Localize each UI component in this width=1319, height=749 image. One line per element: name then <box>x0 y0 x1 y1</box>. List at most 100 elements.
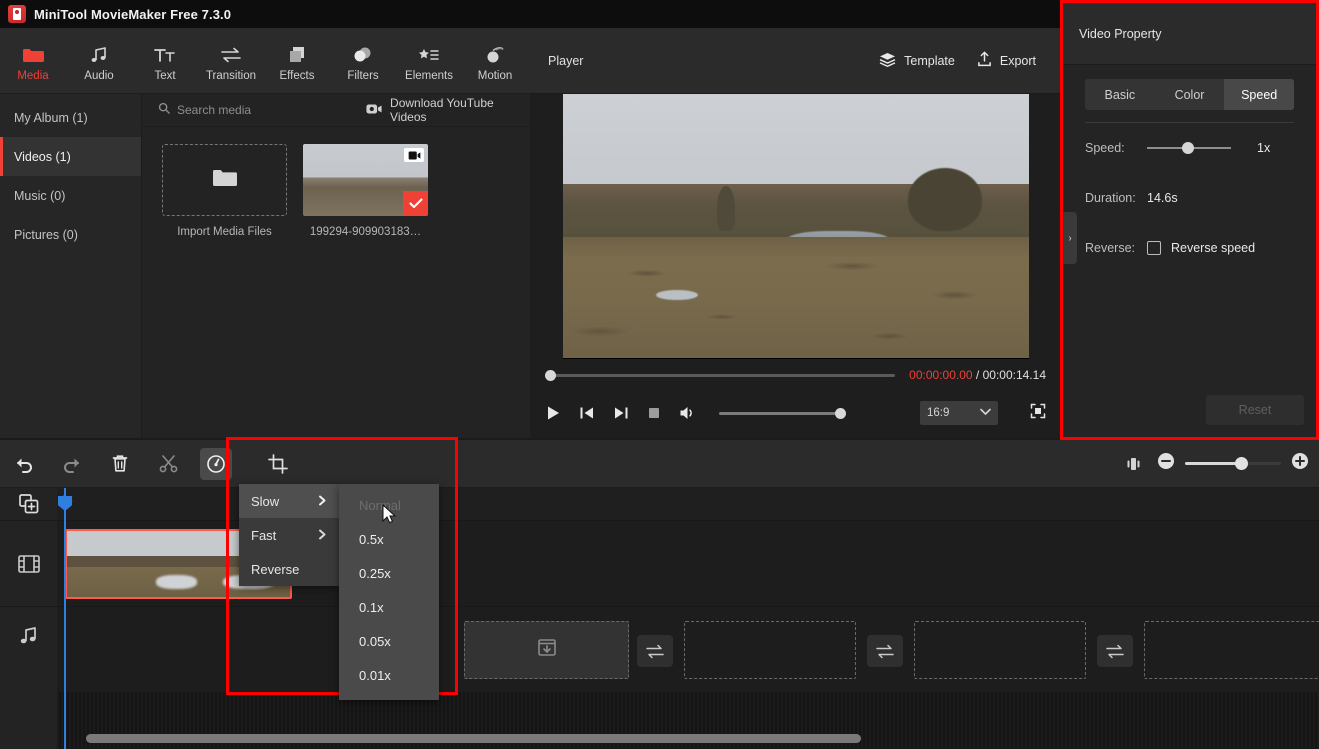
ribbon-item-filters[interactable]: Filters <box>330 40 396 82</box>
submenu-item-0-01x[interactable]: 0.01x <box>339 658 439 692</box>
download-youtube-button[interactable]: Download YouTube Videos <box>366 96 530 124</box>
mouse-cursor <box>382 503 398 531</box>
media-slot[interactable] <box>1144 621 1319 679</box>
export-upload-icon <box>977 51 992 70</box>
zoom-knob[interactable] <box>1235 457 1248 470</box>
video-property-panel: Video Property Basic Color Speed Speed: … <box>1060 0 1319 440</box>
tab-color[interactable]: Color <box>1155 79 1225 110</box>
reverse-speed-checkbox[interactable] <box>1147 241 1161 255</box>
preview-puddle <box>656 289 699 301</box>
ribbon-label: Media <box>17 69 49 82</box>
sidebar-item-label: My Album (1) <box>14 110 88 125</box>
fullscreen-button[interactable] <box>1030 403 1046 424</box>
import-media-button[interactable] <box>162 144 287 216</box>
app-logo-icon <box>8 5 26 23</box>
duration-label: Duration: <box>1085 191 1136 205</box>
ribbon-item-effects[interactable]: Effects <box>264 40 330 82</box>
ribbon-label: Filters <box>347 69 379 82</box>
volume-knob[interactable] <box>835 407 846 419</box>
video-track-icon[interactable] <box>0 520 57 606</box>
template-button[interactable]: Template <box>879 52 955 70</box>
tab-speed[interactable]: Speed <box>1224 79 1294 110</box>
transition-button[interactable] <box>867 635 903 667</box>
sidebar-item-music[interactable]: Music (0) <box>0 176 141 215</box>
stop-button[interactable] <box>647 406 661 420</box>
ribbon-item-media[interactable]: Media <box>0 40 66 82</box>
timeline: 0s <box>0 488 1319 749</box>
zoom-in-button[interactable] <box>1291 452 1309 475</box>
next-frame-button[interactable] <box>613 405 629 421</box>
ribbon-label: Audio <box>84 69 114 82</box>
submenu-item-0-25x[interactable]: 0.25x <box>339 556 439 590</box>
sidebar-item-my-album[interactable]: My Album (1) <box>0 98 141 137</box>
add-media-icon <box>537 638 557 663</box>
search-input[interactable]: Search media <box>158 101 344 119</box>
aspect-ratio-select[interactable]: 16:9 <box>920 401 998 425</box>
submenu-item-0-05x[interactable]: 0.05x <box>339 624 439 658</box>
seek-knob[interactable] <box>545 369 556 381</box>
previous-frame-button[interactable] <box>579 405 595 421</box>
media-slot[interactable] <box>684 621 856 679</box>
download-youtube-label: Download YouTube Videos <box>390 96 494 124</box>
media-thumbnail[interactable] <box>303 144 428 216</box>
redo-button[interactable] <box>48 440 96 488</box>
motion-blur-circle-icon <box>484 44 506 66</box>
ribbon-item-audio[interactable]: Audio <box>66 40 132 82</box>
speed-knob[interactable] <box>1182 142 1194 154</box>
menu-item-label: Reverse <box>251 561 300 577</box>
media-slot[interactable] <box>914 621 1086 679</box>
ribbon-item-transition[interactable]: Transition <box>198 40 264 82</box>
transition-button[interactable] <box>1097 635 1133 667</box>
chevron-down-icon <box>980 407 991 419</box>
sidebar-item-pictures[interactable]: Pictures (0) <box>0 215 141 254</box>
undo-button[interactable] <box>0 440 48 488</box>
music-note-icon <box>89 44 109 66</box>
timeline-horizontal-scrollbar[interactable] <box>86 734 861 743</box>
ribbon-item-text[interactable]: Text <box>132 40 198 82</box>
property-header: Video Property <box>1063 3 1316 65</box>
menu-item-fast[interactable]: Fast <box>239 518 339 552</box>
transition-button[interactable] <box>637 635 673 667</box>
export-button[interactable]: Export <box>977 51 1036 70</box>
delete-button[interactable] <box>96 440 144 488</box>
media-item-cell: 199294-909903183… <box>303 144 428 238</box>
crop-button[interactable] <box>254 440 302 488</box>
video-frame[interactable] <box>563 93 1029 359</box>
secondary-track-row[interactable] <box>57 606 1319 692</box>
youtube-download-icon <box>366 103 382 118</box>
fit-timeline-button[interactable] <box>1109 440 1157 488</box>
speed-slider[interactable] <box>1147 142 1231 154</box>
player-header: Player Template Export <box>530 28 1062 94</box>
volume-icon[interactable] <box>679 405 697 421</box>
sidebar-item-videos[interactable]: Videos (1) <box>0 137 141 176</box>
video-type-icon <box>404 148 424 162</box>
audio-track-icon[interactable] <box>0 606 57 663</box>
star-list-icon <box>418 44 440 66</box>
play-button[interactable] <box>546 405 561 421</box>
submenu-item-0-1x[interactable]: 0.1x <box>339 590 439 624</box>
circles-overlap-icon <box>352 44 374 66</box>
speed-button[interactable] <box>200 447 232 480</box>
time-display: 00:00:00.00 / 00:00:14.14 <box>909 368 1046 382</box>
track-headers <box>0 488 57 749</box>
clip-frame <box>67 531 142 597</box>
chevron-right-icon <box>318 494 327 509</box>
split-button[interactable] <box>144 440 192 488</box>
seek-slider[interactable] <box>545 369 896 381</box>
import-media-cell: Import Media Files <box>162 144 287 238</box>
menu-item-reverse[interactable]: Reverse <box>239 552 339 586</box>
reset-button[interactable]: Reset <box>1206 395 1304 425</box>
playhead[interactable] <box>58 488 72 749</box>
menu-item-slow[interactable]: Slow <box>239 484 339 518</box>
media-slot[interactable] <box>464 621 629 679</box>
timeline-zoom-controls <box>1109 440 1309 488</box>
tab-basic[interactable]: Basic <box>1085 79 1155 110</box>
ribbon-item-elements[interactable]: Elements <box>396 40 462 82</box>
add-track-icon[interactable] <box>0 488 57 520</box>
zoom-out-button[interactable] <box>1157 452 1175 475</box>
ribbon-item-motion[interactable]: Motion <box>462 40 528 82</box>
menu-item-label: Slow <box>251 493 280 509</box>
collapse-panel-button[interactable]: › <box>1063 212 1077 264</box>
volume-slider[interactable] <box>719 407 846 419</box>
zoom-slider[interactable] <box>1185 457 1281 470</box>
